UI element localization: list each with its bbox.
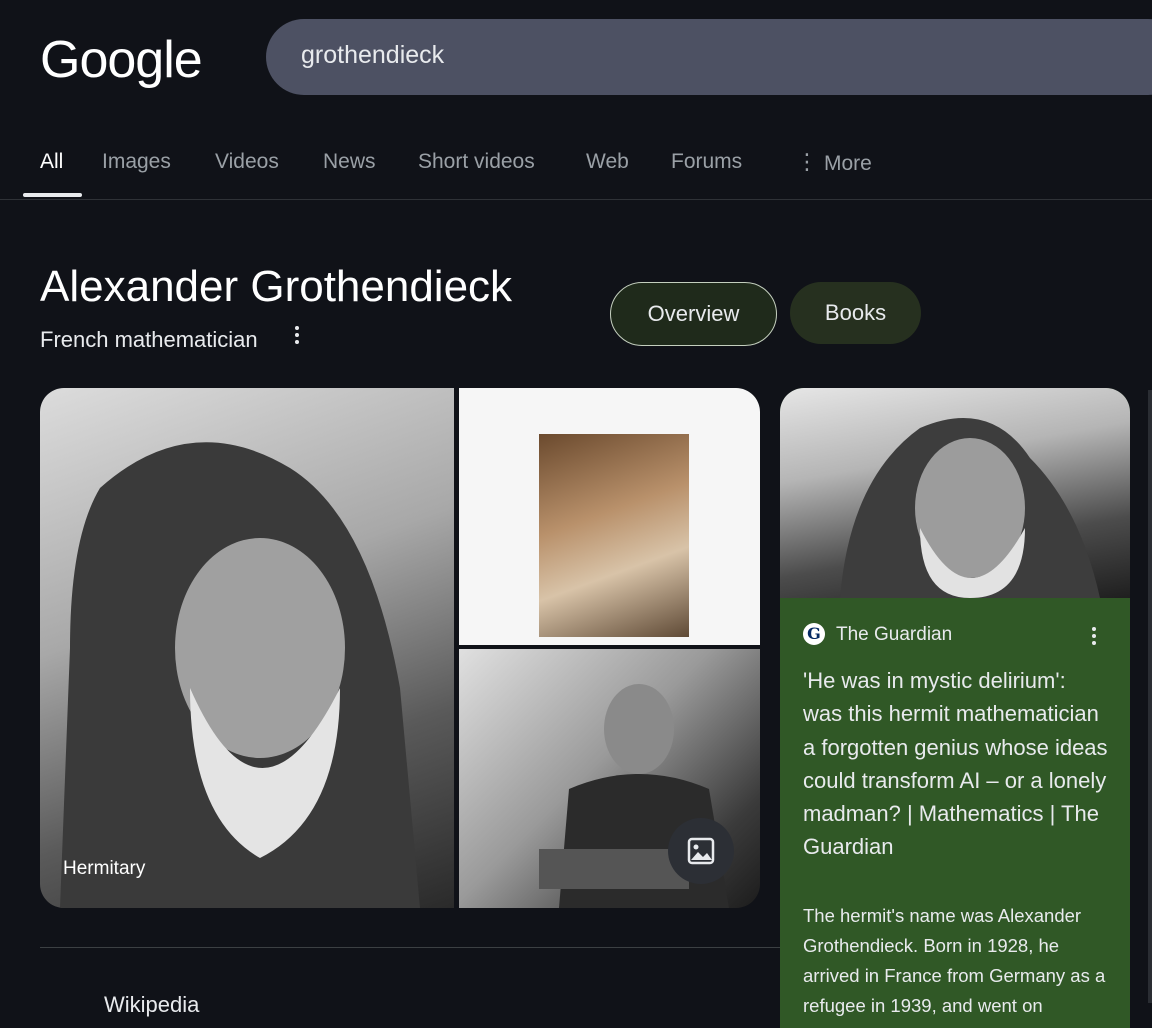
news-card[interactable]: G The Guardian 'He was in mystic deliriu… — [780, 388, 1130, 1028]
image-caption: Hermitary — [63, 858, 146, 879]
divider — [40, 947, 780, 948]
tab-more[interactable]: ⋮ More — [796, 149, 872, 176]
news-source: The Guardian — [836, 624, 953, 645]
tab-forums[interactable]: Forums — [671, 150, 742, 174]
entity-title: Alexander Grothendieck — [40, 262, 513, 311]
tab-images[interactable]: Images — [102, 150, 171, 174]
tab-more-label: More — [824, 152, 872, 175]
more-vert-icon: ⋮ — [796, 149, 818, 174]
chip-books[interactable]: Books — [790, 282, 921, 344]
chip-overview[interactable]: Overview — [610, 282, 777, 346]
tab-news[interactable]: News — [323, 150, 376, 174]
secondary-image-top[interactable] — [459, 388, 760, 645]
next-card-edge — [1148, 390, 1152, 1003]
entity-subtitle: French mathematician — [40, 327, 258, 352]
tab-web[interactable]: Web — [586, 150, 629, 174]
image-icon[interactable] — [668, 818, 734, 884]
tab-all[interactable]: All — [40, 150, 63, 174]
active-tab-indicator — [23, 193, 82, 197]
google-logo[interactable]: Google — [40, 30, 203, 90]
news-headline[interactable]: 'He was in mystic delirium': was this he… — [803, 664, 1108, 864]
search-tabs: All Images Videos News Short videos Web … — [0, 140, 1152, 200]
entity-more-icon[interactable] — [290, 323, 304, 349]
main-image[interactable] — [40, 388, 454, 908]
news-snippet: The hermit's name was Alexander Grothend… — [803, 905, 1106, 1016]
search-input[interactable]: grothendieck — [301, 41, 444, 70]
search-box[interactable]: grothendieck — [266, 19, 1152, 95]
tab-short-videos[interactable]: Short videos — [418, 150, 535, 174]
tab-videos[interactable]: Videos — [215, 150, 279, 174]
guardian-logo-icon: G — [803, 623, 825, 645]
news-more-icon[interactable] — [1088, 624, 1100, 650]
hooded-man-photo — [60, 442, 420, 908]
next-result-source[interactable]: Wikipedia — [104, 992, 199, 1018]
news-card-image — [780, 388, 1130, 598]
portrait-photo — [539, 434, 689, 637]
